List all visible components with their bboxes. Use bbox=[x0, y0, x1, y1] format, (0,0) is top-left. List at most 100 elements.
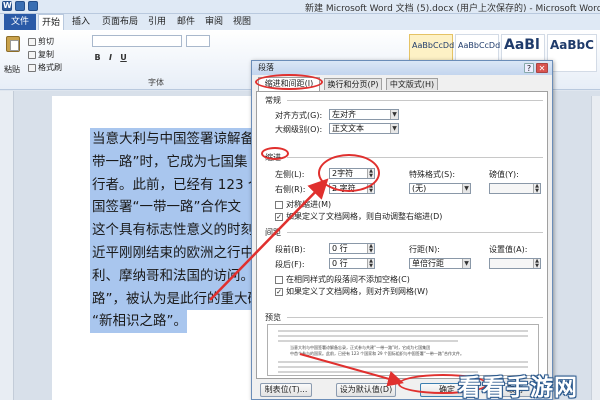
watermark-logo: 看看手游网 bbox=[458, 375, 578, 400]
spinner-icon[interactable]: ▲ ▼ bbox=[367, 184, 374, 193]
doc-line[interactable]: 带一路”时，它成为七国集 bbox=[90, 150, 255, 174]
font-size-combo[interactable] bbox=[186, 35, 210, 47]
section-indent: 缩进 bbox=[265, 153, 281, 162]
undo-icon[interactable] bbox=[28, 1, 38, 11]
style-heading-2[interactable]: AaBbC bbox=[547, 34, 597, 72]
window-title: 新建 Microsoft Word 文档 (5).docx (用户上次保存的) … bbox=[305, 4, 600, 14]
preview-grey-line bbox=[278, 361, 528, 363]
auto-adjust-indent-checkbox[interactable]: ✓ 如果定义了文档网格，则自动调整右缩进(D) bbox=[275, 211, 442, 222]
preview-grey-line bbox=[278, 335, 528, 337]
spinner-icon[interactable]: ▲ ▼ bbox=[367, 259, 374, 268]
spinner-icon[interactable]: ▲ ▼ bbox=[533, 259, 540, 268]
spinner-icon[interactable]: ▲ ▼ bbox=[367, 244, 374, 253]
chevron-down-icon: ▼ bbox=[390, 110, 398, 119]
right-indent-label: 右侧(R): bbox=[275, 185, 306, 194]
line-spacing-select[interactable]: 单倍行距 ▼ bbox=[409, 258, 471, 269]
outline-level-select[interactable]: 正文文本 ▼ bbox=[329, 123, 399, 134]
tab-file[interactable]: 文件 bbox=[4, 14, 36, 30]
tab-review[interactable]: 审阅 bbox=[203, 14, 225, 30]
special-format-label: 特殊格式(S): bbox=[409, 170, 456, 179]
left-indent-label: 左侧(L): bbox=[275, 170, 305, 179]
tabs-button[interactable]: 制表位(T)... bbox=[260, 383, 312, 397]
doc-line[interactable]: 利、摩纳哥和法国的访问。 bbox=[90, 264, 255, 288]
chevron-down-icon: ▼ bbox=[462, 184, 470, 193]
tab-asian-typography[interactable]: 中文版式(H) bbox=[386, 78, 438, 90]
document-text[interactable]: 当意大利与中国签署谅解备 带一路”时，它成为七国集 行者。此前，已经有 123 … bbox=[90, 128, 255, 341]
brush-icon bbox=[28, 63, 36, 72]
space-after-label: 段后(F): bbox=[275, 260, 305, 269]
set-default-button[interactable]: 设为默认值(D) bbox=[336, 383, 396, 397]
alignment-label: 对齐方式(G): bbox=[275, 111, 323, 120]
preview-grey-line bbox=[278, 371, 478, 373]
alignment-select[interactable]: 左对齐 ▼ bbox=[329, 109, 399, 120]
font-group-label: 字体 bbox=[148, 78, 164, 87]
font-name-combo[interactable] bbox=[92, 35, 182, 47]
space-before-label: 段前(B): bbox=[275, 245, 306, 254]
doc-line[interactable]: “新相识之路”。 bbox=[90, 310, 187, 334]
doc-line[interactable]: 这个具有标志性意义的时刻 bbox=[90, 219, 255, 242]
word-icon: W bbox=[2, 1, 12, 11]
chevron-down-icon: ▼ bbox=[390, 124, 398, 133]
measure-input[interactable]: ▲ ▼ bbox=[489, 183, 541, 194]
paste-label: 粘贴 bbox=[4, 65, 20, 74]
space-before-input[interactable]: 0 行 ▲ ▼ bbox=[329, 243, 375, 254]
tab-view[interactable]: 视图 bbox=[231, 14, 253, 30]
dialog-body: 常规 对齐方式(G): 左对齐 ▼ 大纲级别(O): 正文文本 ▼ 缩进 左侧(L)… bbox=[256, 91, 548, 379]
space-after-input[interactable]: 0 行 ▲ ▼ bbox=[329, 258, 375, 269]
doc-line[interactable]: 近平刚刚结束的欧洲之行中 bbox=[90, 241, 255, 265]
snap-to-grid-checkbox[interactable]: ✓ 如果定义了文档网格，则对齐到网格(W) bbox=[275, 286, 428, 297]
divider bbox=[287, 317, 543, 318]
divider bbox=[287, 232, 543, 233]
doc-line[interactable]: 行者。此前，已经有 123 个 bbox=[90, 173, 255, 197]
left-indent-input[interactable]: 2字符 ▲ ▼ bbox=[329, 168, 375, 179]
spinner-icon[interactable]: ▲ ▼ bbox=[367, 169, 374, 178]
divider bbox=[287, 157, 543, 158]
dialog-title: 段落 bbox=[252, 61, 552, 75]
format-painter-button[interactable]: 格式刷 bbox=[28, 62, 62, 73]
tab-line-page-breaks[interactable]: 换行和分页(P) bbox=[324, 78, 382, 90]
underline-icon[interactable]: U bbox=[118, 52, 129, 63]
measure-label: 磅值(Y): bbox=[489, 170, 519, 179]
cut-button[interactable]: 剪切 bbox=[28, 36, 54, 47]
preview-grey-line bbox=[278, 330, 528, 332]
help-button[interactable]: ? bbox=[524, 63, 534, 73]
tab-references[interactable]: 引用 bbox=[146, 14, 168, 30]
checkmark-icon: ✓ bbox=[275, 212, 283, 221]
preview-sample: 当意大利与中国签署谅解备忘录，正式参与共建“一带一路”时，它成为七国集团 中首个… bbox=[290, 345, 464, 356]
close-button[interactable]: ✕ bbox=[536, 63, 548, 73]
checkbox-icon bbox=[275, 275, 283, 284]
checkmark-icon: ✓ bbox=[275, 287, 283, 296]
vertical-scrollbar[interactable] bbox=[591, 96, 600, 400]
doc-line[interactable]: 当意大利与中国签署谅解备 bbox=[90, 128, 255, 151]
scissors-icon bbox=[28, 37, 36, 46]
spinner-icon[interactable]: ▲ ▼ bbox=[533, 184, 540, 193]
right-indent-input[interactable]: 2 字符 ▲ ▼ bbox=[329, 183, 375, 194]
tab-page-layout[interactable]: 页面布局 bbox=[100, 14, 140, 30]
section-general: 常规 bbox=[265, 96, 281, 105]
checkbox-icon bbox=[275, 200, 283, 209]
outline-level-label: 大纲级别(O): bbox=[275, 125, 323, 134]
divider bbox=[287, 100, 543, 101]
copy-button[interactable]: 复制 bbox=[28, 49, 54, 60]
paste-button[interactable] bbox=[4, 34, 22, 62]
line-spacing-label: 行距(N): bbox=[409, 245, 440, 254]
doc-line[interactable]: 路”，被认为是此行的重大破 bbox=[90, 287, 255, 311]
chevron-down-icon: ▼ bbox=[462, 259, 470, 268]
doc-line[interactable]: 国签署“一带一路”合作文 bbox=[90, 196, 255, 220]
mirror-indents-checkbox[interactable]: 对称缩进(M) bbox=[275, 199, 331, 210]
at-value-input[interactable]: ▲ ▼ bbox=[489, 258, 541, 269]
tab-indents-spacing[interactable]: 缩进和间距(I) bbox=[258, 77, 320, 91]
quick-access-toolbar: W bbox=[2, 1, 38, 11]
vertical-ruler bbox=[0, 91, 14, 400]
ribbon-tabs: 文件 开始 插入 页面布局 引用 邮件 审阅 视图 bbox=[0, 14, 600, 30]
preview-grey-line bbox=[278, 340, 458, 342]
bold-icon[interactable]: B bbox=[92, 52, 103, 63]
tab-home[interactable]: 开始 bbox=[38, 14, 64, 30]
special-format-select[interactable]: (无) ▼ bbox=[409, 183, 471, 194]
tab-mailings[interactable]: 邮件 bbox=[175, 14, 197, 30]
no-space-same-style-checkbox[interactable]: 在相同样式的段落间不添加空格(C) bbox=[275, 274, 410, 285]
paper-icon bbox=[10, 40, 19, 51]
save-icon[interactable] bbox=[15, 1, 25, 11]
italic-icon[interactable]: I bbox=[105, 52, 116, 63]
tab-insert[interactable]: 插入 bbox=[70, 14, 92, 30]
